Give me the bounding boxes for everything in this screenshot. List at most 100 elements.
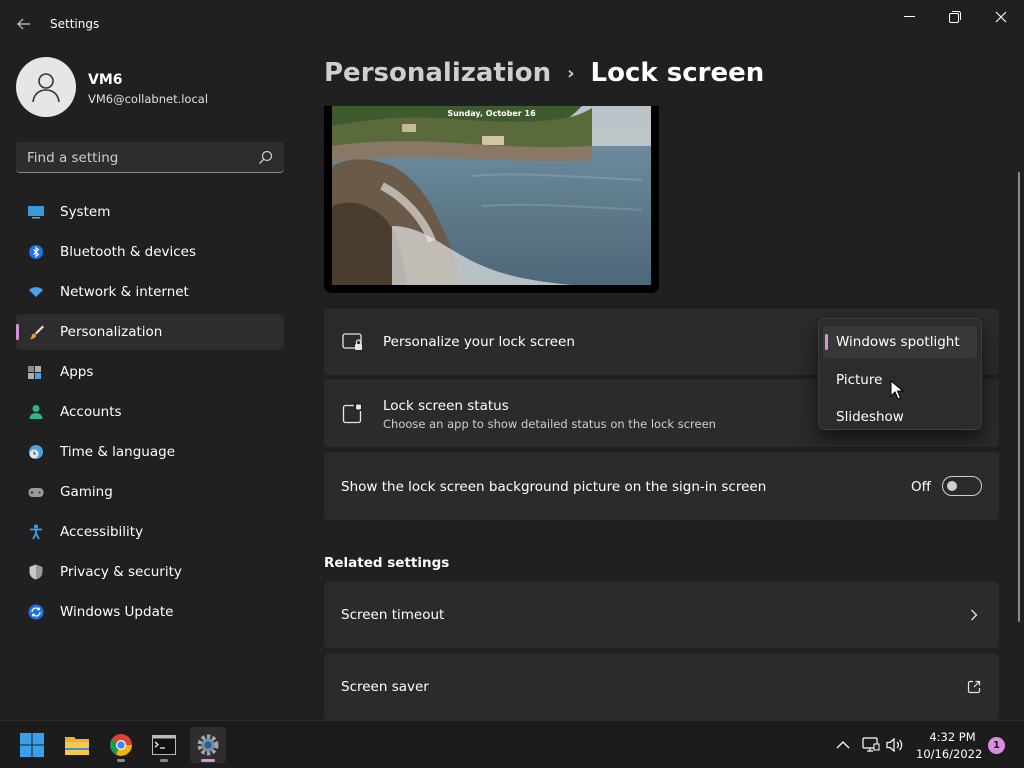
minimize-icon bbox=[903, 16, 915, 17]
sidebar-item-time-language[interactable]: Time & language bbox=[16, 434, 284, 470]
coastline-picture bbox=[332, 106, 651, 285]
sidebar-item-label: Apps bbox=[60, 364, 94, 380]
lock-screen-display-icon bbox=[342, 333, 362, 350]
signin-background-label: Show the lock screen background picture … bbox=[341, 479, 767, 495]
taskbar: 4:32 PM 10/16/2022 1 bbox=[0, 720, 1024, 768]
back-arrow-icon bbox=[17, 18, 30, 30]
sidebar-item-label: Bluetooth & devices bbox=[60, 244, 197, 260]
toggle-knob bbox=[947, 481, 957, 491]
file-explorer-icon bbox=[65, 737, 89, 755]
sidebar-item-label: System bbox=[60, 204, 111, 220]
screen-timeout-label: Screen timeout bbox=[341, 607, 445, 623]
taskbar-settings[interactable] bbox=[190, 727, 226, 763]
status-description: Choose an app to show detailed status on… bbox=[383, 417, 716, 431]
update-icon bbox=[28, 604, 44, 620]
breadcrumb: Personalization › Lock screen bbox=[324, 58, 764, 88]
chevron-right-icon bbox=[971, 609, 978, 621]
lock-screen-preview: Sunday, October 16 bbox=[324, 106, 659, 293]
running-indicator bbox=[117, 759, 125, 762]
chrome-icon bbox=[110, 734, 132, 756]
signin-background-card: Show the lock screen background picture … bbox=[324, 452, 999, 520]
taskbar-clock-date[interactable]: 10/16/2022 bbox=[916, 747, 982, 761]
terminal-icon bbox=[152, 735, 176, 755]
notification-badge[interactable]: 1 bbox=[988, 737, 1005, 754]
network-icon bbox=[862, 737, 880, 752]
shield-icon bbox=[29, 564, 43, 580]
sidebar-item-label: Privacy & security bbox=[60, 564, 182, 580]
sidebar-item-label: Personalization bbox=[60, 324, 163, 340]
dropdown-option-slideshow[interactable]: Slideshow bbox=[823, 401, 977, 427]
sidebar-item-label: Accounts bbox=[60, 404, 122, 420]
bluetooth-icon bbox=[29, 245, 43, 259]
taskbar-file-explorer[interactable] bbox=[59, 727, 95, 763]
sidebar-item-label: Accessibility bbox=[60, 524, 144, 540]
sidebar-item-accounts[interactable]: Accounts bbox=[16, 394, 284, 430]
personalize-label: Personalize your lock screen bbox=[383, 334, 575, 350]
sidebar-item-system[interactable]: System bbox=[16, 194, 284, 230]
dropdown-option-label: Windows spotlight bbox=[836, 334, 960, 350]
breadcrumb-parent[interactable]: Personalization bbox=[324, 58, 551, 88]
taskbar-terminal[interactable] bbox=[146, 727, 182, 763]
minimize-button[interactable] bbox=[894, 8, 924, 26]
screen-saver-label: Screen saver bbox=[341, 679, 429, 695]
breadcrumb-separator: › bbox=[567, 62, 575, 84]
apps-icon bbox=[28, 366, 41, 379]
close-icon bbox=[995, 11, 1007, 23]
search-input[interactable]: Find a setting bbox=[16, 142, 284, 173]
sidebar-item-personalization[interactable]: Personalization bbox=[16, 314, 284, 350]
accessibility-icon bbox=[30, 524, 42, 540]
taskbar-clock-time[interactable]: 4:32 PM bbox=[925, 730, 980, 744]
app-title: Settings bbox=[50, 17, 100, 31]
sidebar-item-label: Network & internet bbox=[60, 284, 189, 300]
taskbar-chrome[interactable] bbox=[103, 727, 139, 763]
sidebar-item-privacy[interactable]: Privacy & security bbox=[16, 554, 284, 590]
sidebar-nav: System Bluetooth & devices Network & int… bbox=[16, 194, 284, 634]
title-bar: Settings bbox=[0, 0, 1024, 48]
user-email: VM6@collabnet.local bbox=[88, 92, 209, 106]
restore-button[interactable] bbox=[940, 8, 970, 26]
mouse-cursor-icon bbox=[890, 380, 904, 400]
scrollbar[interactable] bbox=[1018, 172, 1020, 622]
toggle-state-label: Off bbox=[911, 479, 931, 495]
paintbrush-icon bbox=[29, 325, 44, 339]
external-link-icon bbox=[967, 680, 981, 694]
dropdown-option-label: Picture bbox=[836, 372, 883, 388]
user-name: VM6 bbox=[88, 72, 123, 88]
lock-screen-type-dropdown[interactable]: Windows spotlight Picture Slideshow bbox=[818, 318, 982, 430]
dropdown-option-windows-spotlight[interactable]: Windows spotlight bbox=[823, 326, 977, 358]
person-icon bbox=[29, 405, 43, 419]
settings-icon bbox=[197, 734, 219, 756]
person-silhouette-icon bbox=[32, 73, 60, 103]
monitor-icon bbox=[28, 206, 44, 219]
lock-screen-image: Sunday, October 16 bbox=[332, 106, 651, 285]
avatar[interactable] bbox=[16, 57, 76, 117]
screen-timeout-link[interactable]: Screen timeout bbox=[324, 582, 999, 648]
close-button[interactable] bbox=[986, 8, 1016, 26]
clock-globe-icon bbox=[29, 445, 43, 459]
chevron-up-icon bbox=[836, 741, 850, 749]
page-title: Lock screen bbox=[590, 58, 765, 88]
screen-saver-link[interactable]: Screen saver bbox=[324, 654, 999, 720]
network-tray-button[interactable] bbox=[862, 736, 880, 754]
search-icon bbox=[259, 150, 273, 164]
sidebar-item-accessibility[interactable]: Accessibility bbox=[16, 514, 284, 550]
sidebar-item-gaming[interactable]: Gaming bbox=[16, 474, 284, 510]
related-settings-heading: Related settings bbox=[324, 555, 450, 571]
restore-icon bbox=[949, 11, 961, 23]
status-app-icon bbox=[342, 403, 362, 424]
search-placeholder: Find a setting bbox=[27, 150, 119, 166]
sidebar-item-bluetooth[interactable]: Bluetooth & devices bbox=[16, 234, 284, 270]
gamepad-icon bbox=[28, 488, 44, 497]
sidebar-item-apps[interactable]: Apps bbox=[16, 354, 284, 390]
sidebar-item-windows-update[interactable]: Windows Update bbox=[16, 594, 284, 630]
start-button[interactable] bbox=[14, 727, 50, 763]
show-hidden-icons-button[interactable] bbox=[834, 736, 852, 754]
sidebar-item-network[interactable]: Network & internet bbox=[16, 274, 284, 310]
wifi-icon bbox=[29, 287, 43, 297]
signin-background-toggle[interactable] bbox=[942, 476, 982, 496]
active-indicator bbox=[201, 759, 215, 762]
sidebar-item-label: Time & language bbox=[60, 444, 176, 460]
back-button[interactable] bbox=[12, 12, 36, 36]
running-indicator bbox=[160, 759, 168, 762]
volume-tray-button[interactable] bbox=[886, 736, 904, 754]
